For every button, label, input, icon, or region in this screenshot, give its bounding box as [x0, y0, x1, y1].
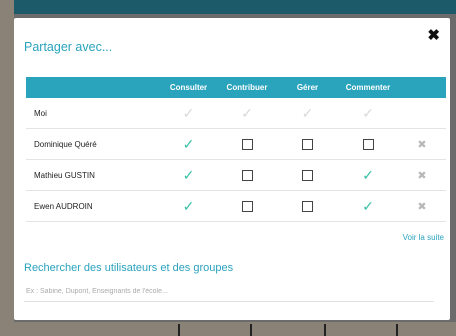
permission-cell-commenter: ✓ [338, 98, 398, 128]
table-row: Dominique Quéré ✓ ✖ [26, 129, 446, 160]
background-mark [396, 324, 398, 336]
user-name: Ewen AUDROIN [34, 201, 93, 211]
remove-user-icon[interactable]: ✖ [417, 169, 426, 182]
checkmark-icon[interactable]: ✓ [183, 137, 195, 151]
column-header-contribuer: Contribuer [226, 83, 268, 92]
table-row: Ewen AUDROIN ✓ ✓ ✖ [26, 191, 446, 222]
table-row: Moi ✓ ✓ ✓ ✓ [26, 98, 446, 129]
see-more-link[interactable]: Voir la suite [403, 233, 444, 242]
permission-checkbox-gerer[interactable] [302, 138, 313, 150]
permission-cell-contribuer [217, 129, 277, 159]
permission-checkbox-contribuer[interactable] [241, 169, 253, 181]
permission-cell-commenter: ✓ [338, 160, 398, 190]
permission-cell-consulter: ✓ [160, 129, 217, 159]
remove-user-icon[interactable]: ✖ [417, 200, 426, 213]
checkmark-icon: ✓ [362, 105, 374, 121]
dialog-title: Partager avec... [24, 40, 113, 54]
user-name: Mathieu GUSTIN [34, 170, 95, 180]
background-header [0, 0, 456, 14]
table-header: Consulter Contribuer Gérer Commenter [26, 77, 446, 98]
share-dialog: ✖ Partager avec... Consulter Contribuer … [14, 18, 450, 320]
background-mark [250, 324, 252, 336]
user-name: Moi [34, 108, 47, 118]
permission-cell-contribuer [217, 160, 277, 190]
permission-cell-consulter: ✓ [160, 98, 217, 128]
background-mark [324, 324, 326, 336]
checkmark-icon[interactable]: ✓ [183, 199, 195, 213]
user-name: Dominique Quéré [34, 139, 97, 149]
table-body: Moi ✓ ✓ ✓ ✓ Dominique Quéré ✓ ✖ Mathieu GUSTIN ✓ ✓… [26, 98, 446, 222]
permissions-table: Consulter Contribuer Gérer Commenter Moi… [26, 77, 446, 222]
checkmark-icon: ✓ [301, 105, 314, 121]
checkmark-icon[interactable]: ✓ [183, 168, 195, 182]
permission-cell-commenter: ✓ [338, 191, 398, 221]
remove-user-icon[interactable]: ✖ [417, 138, 426, 151]
remove-cell: ✖ [398, 160, 446, 190]
permission-cell-consulter: ✓ [160, 191, 217, 221]
permission-cell-contribuer: ✓ [217, 98, 277, 128]
permission-cell-gerer [277, 129, 338, 159]
checkmark-icon: ✓ [182, 105, 195, 121]
remove-cell: ✖ [398, 191, 446, 221]
background-mark [178, 324, 180, 336]
table-row: Mathieu GUSTIN ✓ ✓ ✖ [26, 160, 446, 191]
permission-cell-contribuer [217, 191, 277, 221]
column-header-gerer: Gérer [296, 83, 319, 92]
permission-cell-commenter [338, 129, 398, 159]
permission-checkbox-gerer[interactable] [302, 200, 313, 212]
close-icon[interactable]: ✖ [427, 28, 440, 43]
permission-cell-gerer [277, 191, 338, 221]
background-footer [0, 322, 456, 336]
column-header-commenter: Commenter [345, 83, 391, 92]
search-title: Rechercher des utilisateurs et des group… [24, 262, 234, 274]
search-input[interactable] [24, 282, 434, 302]
permission-checkbox-gerer[interactable] [302, 169, 313, 181]
permission-cell-gerer [277, 160, 338, 190]
permission-checkbox-commenter[interactable] [362, 138, 374, 150]
permission-checkbox-contribuer[interactable] [241, 200, 253, 212]
column-header-consulter: Consulter [169, 83, 208, 92]
checkmark-icon: ✓ [241, 105, 253, 121]
permission-cell-gerer: ✓ [277, 98, 338, 128]
permission-checkbox-contribuer[interactable] [241, 138, 253, 150]
permission-cell-consulter: ✓ [160, 160, 217, 190]
background-left-edge [0, 0, 14, 336]
remove-cell: ✖ [398, 129, 446, 159]
remove-cell [398, 98, 446, 128]
checkmark-icon[interactable]: ✓ [362, 168, 374, 182]
checkmark-icon[interactable]: ✓ [362, 199, 374, 213]
